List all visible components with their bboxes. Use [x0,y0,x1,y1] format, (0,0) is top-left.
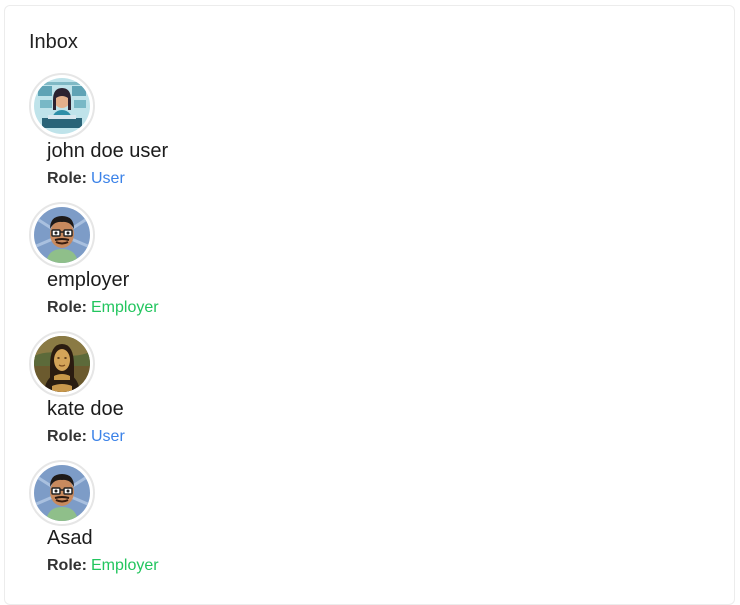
mona-lisa-avatar-icon [34,336,90,392]
role-label: Role: [47,299,87,316]
inbox-panel: Inbox john doe user Role: User employer … [4,5,735,605]
role-label: Role: [47,557,87,574]
cartoon-man-glasses-avatar-icon [34,207,90,263]
contact-item[interactable]: employer Role: Employer [5,202,405,330]
contact-item[interactable]: kate doe Role: User [5,331,405,459]
role-label: Role: [47,428,87,445]
contact-role: Role: User [47,170,125,188]
avatar [29,202,95,268]
avatar [29,460,95,526]
avatar [29,331,95,397]
role-label: Role: [47,170,87,187]
cartoon-man-glasses-avatar-icon [34,465,90,521]
contact-role: Role: User [47,428,125,446]
developer-illustration-avatar-icon [34,78,90,134]
contact-item[interactable]: Asad Role: Employer [5,460,405,588]
role-value: User [91,170,125,187]
inbox-title: Inbox [29,31,78,53]
contact-name: john doe user [47,140,169,162]
contact-role: Role: Employer [47,557,159,575]
contact-role: Role: Employer [47,299,159,317]
avatar [29,73,95,139]
contact-name: kate doe [47,398,124,420]
role-value: Employer [91,299,159,316]
contact-name: Asad [47,527,93,549]
role-value: User [91,428,125,445]
role-value: Employer [91,557,159,574]
contact-item[interactable]: john doe user Role: User [5,73,405,201]
contact-name: employer [47,269,130,291]
